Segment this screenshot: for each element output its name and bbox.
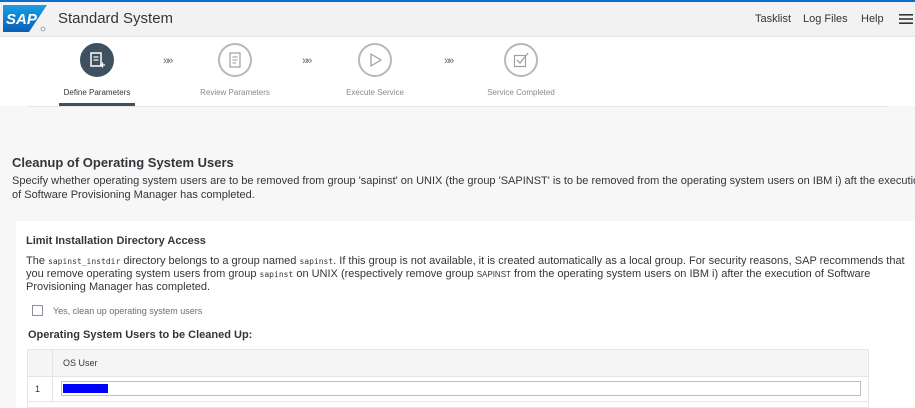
row-number: 1 bbox=[28, 377, 53, 401]
os-user-column-header: OS User bbox=[63, 358, 98, 368]
step-circle bbox=[358, 43, 392, 77]
section-description: Specify whether operating system users a… bbox=[12, 175, 915, 201]
desc-code: SAPINST bbox=[476, 270, 511, 279]
step-label: Define Parameters bbox=[63, 88, 131, 97]
roadmap-divider bbox=[28, 106, 887, 107]
cleanup-checkbox[interactable] bbox=[32, 305, 43, 316]
roadmap: Define Parameters »» Review Parameters »… bbox=[0, 37, 915, 107]
step-label: Review Parameters bbox=[200, 88, 270, 97]
desc-code: sapinst bbox=[259, 270, 294, 279]
step-circle bbox=[504, 43, 538, 77]
table-title: Operating System Users to be Cleaned Up: bbox=[28, 329, 253, 341]
tasklist-link[interactable]: Tasklist bbox=[755, 13, 791, 25]
panel-description: The sapinst_instdir directory belongs to… bbox=[26, 255, 906, 293]
hamburger-icon[interactable] bbox=[899, 12, 913, 24]
document-icon bbox=[229, 52, 241, 68]
desc-code: sapinst_instdir bbox=[48, 257, 121, 266]
chevron-separator-icon: »» bbox=[163, 55, 173, 67]
section-title: Cleanup of Operating System Users bbox=[12, 155, 234, 170]
sap-logo[interactable]: SAP bbox=[3, 5, 47, 32]
help-link[interactable]: Help bbox=[861, 13, 884, 25]
shell-bar: SAP Standard System Tasklist Log Files H… bbox=[0, 0, 915, 37]
desc-code: sapinst bbox=[299, 257, 334, 266]
os-users-table: OS User 1 bbox=[27, 349, 869, 408]
chevron-separator-icon: »» bbox=[302, 55, 312, 67]
panel-title: Limit Installation Directory Access bbox=[26, 235, 206, 247]
desc-text: directory belongs to a group named bbox=[120, 255, 300, 267]
play-icon bbox=[370, 53, 382, 67]
step-label: Execute Service bbox=[346, 88, 404, 97]
os-user-input[interactable] bbox=[61, 381, 861, 396]
step-label: Service Completed bbox=[487, 88, 555, 97]
sap-logo-text: SAP bbox=[6, 11, 38, 28]
shell-accent-line bbox=[0, 0, 915, 2]
row-number-header bbox=[28, 350, 53, 376]
directory-access-panel: Limit Installation Directory Access The … bbox=[16, 221, 915, 408]
desc-text: on UNIX (respectively remove group bbox=[293, 268, 477, 280]
selected-text-highlight bbox=[63, 384, 108, 393]
form-edit-icon bbox=[90, 52, 105, 68]
table-header: OS User bbox=[28, 350, 868, 377]
chevron-separator-icon: »» bbox=[444, 55, 454, 67]
desc-text: The bbox=[26, 255, 49, 267]
table-row: 1 bbox=[28, 377, 868, 402]
app-title: Standard System bbox=[58, 10, 174, 27]
step-circle bbox=[80, 43, 114, 77]
checkbox-icon bbox=[513, 52, 529, 68]
row-number-text: 1 bbox=[35, 384, 41, 394]
cleanup-checkbox-label[interactable]: Yes, clean up operating system users bbox=[53, 306, 202, 316]
log-files-link[interactable]: Log Files bbox=[803, 13, 848, 25]
step-circle bbox=[218, 43, 252, 77]
